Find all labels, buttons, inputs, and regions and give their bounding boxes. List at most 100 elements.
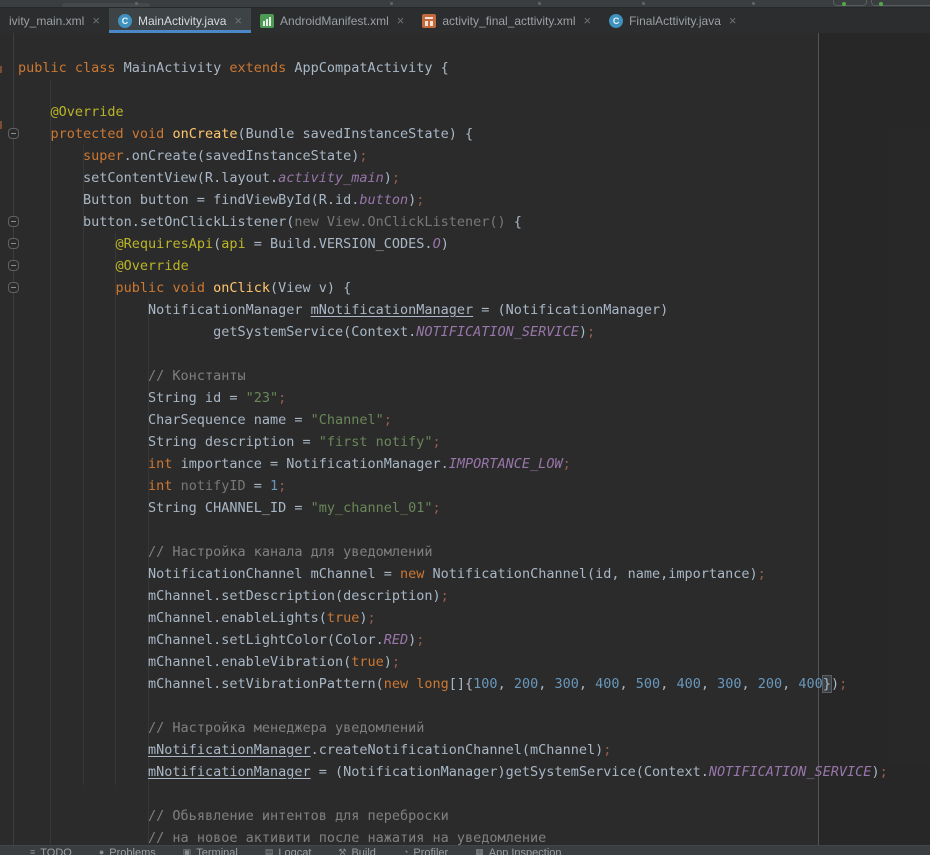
code-line[interactable]: Button button = findViewById(R.id.button… [18, 189, 930, 211]
code-token: ; [563, 456, 571, 472]
code-token: IMPORTANCE_LOW [449, 456, 563, 472]
fold-collapse-icon[interactable] [8, 260, 19, 271]
code-line[interactable] [18, 343, 930, 365]
tool-window-button-todo[interactable]: ≡TODO [30, 847, 72, 855]
code-line[interactable]: @RequiresApi(api = Build.VERSION_CODES.O… [18, 233, 930, 255]
code-line[interactable]: // Настройка менеджера уведомлений [18, 717, 930, 739]
editor-tab-mainactivity-java[interactable]: CMainActivity.java× [109, 8, 251, 33]
code-line[interactable]: public class MainActivity extends AppCom… [18, 57, 930, 79]
code-token: { [514, 214, 522, 230]
editor-tab-androidmanifest-xml[interactable]: AndroidManifest.xml× [251, 8, 413, 33]
toolbar-icon-remnant [538, 2, 541, 5]
code-line[interactable]: int notifyID = 1; [18, 475, 930, 497]
toolbar-icon-remnant [390, 2, 393, 5]
code-token: 300 [717, 676, 741, 692]
device-button-outline[interactable] [871, 0, 930, 6]
code-line[interactable]: protected void onCreate(Bundle savedInst… [18, 123, 930, 145]
code-token [18, 720, 148, 736]
code-line[interactable] [18, 783, 930, 805]
tab-label: activity_final_acttivity.xml [442, 14, 575, 28]
code-token: String description = [18, 434, 319, 450]
run-button-outline[interactable] [833, 0, 867, 6]
code-token: 200 [758, 676, 782, 692]
code-token: []{ [449, 676, 473, 692]
code-token: 300 [554, 676, 578, 692]
tool-window-button-logcat[interactable]: ▤Logcat [265, 847, 312, 855]
code-line[interactable]: int importance = NotificationManager.IMP… [18, 453, 930, 475]
tool-window-button-terminal[interactable]: ▣Terminal [183, 847, 238, 855]
tool-window-button-build[interactable]: ⚒ Build [338, 847, 376, 855]
editor-tab-ivity-main-xml[interactable]: ivity_main.xml× [0, 8, 109, 33]
tab-close-icon[interactable]: × [397, 14, 405, 27]
java-class-file-icon: C [118, 14, 132, 28]
code-token [18, 280, 116, 296]
code-token [18, 236, 116, 252]
tool-window-label: Terminal [196, 847, 238, 855]
code-token: String CHANNEL_ID = [18, 500, 311, 516]
code-token [18, 104, 51, 120]
code-line[interactable]: mChannel.setVibrationPattern(new long[]{… [18, 673, 930, 695]
code-line[interactable] [18, 79, 930, 101]
code-line[interactable] [18, 695, 930, 717]
code-line[interactable]: String CHANNEL_ID = "my_channel_01"; [18, 497, 930, 519]
code-line[interactable]: public void onClick(View v) { [18, 277, 930, 299]
tab-close-icon[interactable]: × [584, 14, 592, 27]
editor-tab-finalacttivity-java[interactable]: CFinalActtivity.java× [600, 8, 745, 33]
code-token: , [660, 676, 676, 692]
code-line[interactable]: mChannel.enableVibration(true); [18, 651, 930, 673]
code-token: NotificationChannel mChannel = [18, 566, 400, 582]
toolbar-icon-remnant [752, 2, 755, 5]
build-icon: ⚒ [338, 847, 346, 855]
code-token: ) [441, 236, 449, 252]
code-token: // Обьявление интентов для переброски [148, 808, 449, 824]
code-line[interactable]: NotificationManager mNotificationManager… [18, 299, 930, 321]
code-line[interactable]: getSystemService(Context.NOTIFICATION_SE… [18, 321, 930, 343]
code-line[interactable]: mChannel.setLightColor(Color.RED); [18, 629, 930, 651]
code-line[interactable]: // на новое активити после нажатия на ув… [18, 827, 930, 845]
tool-window-label: Build [351, 847, 375, 855]
code-line[interactable]: CharSequence name = "Channel"; [18, 409, 930, 431]
tool-window-button-app-inspection[interactable]: ▦App Inspection [475, 847, 561, 855]
code-line[interactable]: NotificationChannel mChannel = new Notif… [18, 563, 930, 585]
tab-close-icon[interactable]: × [729, 14, 737, 27]
code-token: ; [441, 588, 449, 604]
code-line[interactable]: // Обьявление интентов для переброски [18, 805, 930, 827]
fold-collapse-icon[interactable] [8, 216, 19, 227]
code-line[interactable]: mChannel.setDescription(description); [18, 585, 930, 607]
code-token: "Channel" [311, 412, 384, 428]
code-text-area[interactable]: public class MainActivity extends AppCom… [0, 33, 930, 845]
code-line[interactable]: mNotificationManager = (NotificationMana… [18, 761, 930, 783]
tab-close-icon[interactable]: × [92, 14, 100, 27]
code-editor[interactable]: public class MainActivity extends AppCom… [0, 33, 930, 845]
code-token: ) [831, 676, 839, 692]
code-line[interactable]: // Константы [18, 365, 930, 387]
code-line[interactable]: button.setOnClickListener(new View.OnCli… [18, 211, 930, 233]
code-token: NOTIFICATION_SERVICE [416, 324, 579, 340]
fold-collapse-icon[interactable] [8, 282, 19, 293]
editor-tab-activity-final-acttivity-xml[interactable]: activity_final_acttivity.xml × [413, 8, 600, 33]
code-line[interactable]: @Override [18, 255, 930, 277]
fold-collapse-icon[interactable] [8, 238, 19, 249]
layout-file-icon [422, 14, 436, 28]
code-token: , [620, 676, 636, 692]
code-token: public void [116, 280, 214, 296]
code-line[interactable]: setContentView(R.layout.activity_main); [18, 167, 930, 189]
tool-window-button-profiler[interactable]: ◔Profiler [403, 847, 448, 855]
fold-collapse-icon[interactable] [8, 128, 19, 139]
code-line[interactable]: @Override [18, 101, 930, 123]
code-line[interactable] [18, 519, 930, 541]
code-line[interactable]: super.onCreate(savedInstanceState); [18, 145, 930, 167]
code-token: .onCreate(savedInstanceState) [124, 148, 360, 164]
code-token: ; [278, 478, 286, 494]
code-line[interactable]: String id = "23"; [18, 387, 930, 409]
code-line[interactable]: mChannel.enableLights(true); [18, 607, 930, 629]
code-token: ; [392, 654, 400, 670]
code-token: , [742, 676, 758, 692]
java-class-file-icon: C [609, 14, 623, 28]
code-line[interactable]: mNotificationManager.createNotificationC… [18, 739, 930, 761]
tab-close-icon[interactable]: × [234, 14, 242, 27]
code-line[interactable]: String description = "first notify"; [18, 431, 930, 453]
code-line[interactable]: // Настройка канала для уведомлений [18, 541, 930, 563]
bottom-tool-window-bar: ≡TODO ●Problems ▣Terminal ▤Logcat ⚒ Build ◔Pro… [0, 845, 930, 855]
tool-window-button-problems[interactable]: ●Problems [99, 847, 156, 855]
